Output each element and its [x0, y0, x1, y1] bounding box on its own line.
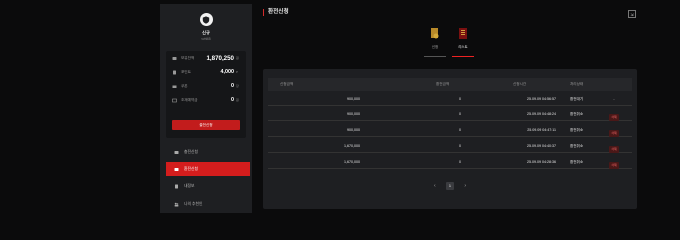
table-row: 900,000 0 25.09.09 04:56:57 환전대기 - [268, 93, 632, 106]
delete-button[interactable]: 삭제 [609, 146, 619, 153]
exchange-icon [174, 166, 181, 172]
tab-underline [452, 56, 474, 57]
apply-button[interactable]: 출전신청 [172, 120, 240, 130]
apply-icon [429, 27, 441, 40]
sidebar: 신규 vvhl65 보유잔액 1,870,250 원 포인트 4,000 P 쿠… [160, 4, 252, 213]
table-row: 1,670,000 0 25.09.09 04:28:36 환전취소 삭제 [268, 156, 632, 169]
cell-status: 환전취소 [570, 144, 584, 148]
tab-underline [424, 56, 446, 57]
people-icon [174, 201, 181, 207]
deposit-label: 조재예약금 [181, 97, 198, 102]
table-header: 신청금액 환전금액 신청시간 처리상태 [268, 78, 632, 91]
cell-exchanged: 0 [459, 112, 461, 116]
cell-status: 환전취소 [570, 112, 584, 116]
cell-status: 환전대기 [570, 97, 584, 101]
next-page-button[interactable]: › [464, 183, 466, 189]
expand-icon: ⇲ [630, 11, 634, 17]
shield-icon [202, 15, 210, 24]
page-number-button[interactable]: 1 [446, 181, 454, 190]
point-label: 포인트 [181, 69, 191, 74]
nav-referral[interactable]: 나의 추천인 [166, 197, 250, 211]
cell-time: 25.09.09 04:40:37 [527, 144, 556, 148]
nav-label: 환전신청 [184, 166, 198, 171]
avatar [199, 13, 213, 26]
balance-label: 보유잔액 [181, 55, 195, 60]
user-id: vvhl65 [201, 37, 211, 41]
nav-label: 충전신청 [184, 149, 198, 154]
wallet-icon [172, 56, 178, 61]
nav-charge[interactable]: 충전신청 [166, 145, 250, 159]
cell-time: 25.09.09 04:28:36 [527, 160, 556, 164]
coupon-value: 0 [231, 83, 234, 89]
card-icon [172, 98, 178, 103]
tab-bar: 신청 리스트 [424, 27, 482, 57]
cell-amount: 1,670,000 [344, 160, 360, 164]
cell-time: 25.09.09 04:47:11 [527, 128, 556, 132]
balance-value: 1,870,250 [206, 54, 234, 62]
table-row: 900,000 0 25.09.09 04:48:24 환전취소 삭제 [268, 108, 632, 121]
prev-page-button[interactable]: ‹ [434, 183, 436, 189]
cell-amount: 1,670,000 [344, 144, 360, 148]
expand-button[interactable]: ⇲ [628, 10, 636, 18]
coupon-unit: 장 [236, 84, 239, 88]
page-title: 환전신청 [263, 9, 289, 16]
table-row: 1,670,000 0 25.09.09 04:40:37 환전취소 삭제 [268, 140, 632, 153]
cell-action: - [613, 97, 615, 101]
header-exchanged: 환전금액 [436, 82, 450, 86]
list-icon [457, 27, 469, 40]
coupon-row: 쿠폰 0 장 [166, 79, 246, 93]
point-unit: P [236, 70, 239, 74]
tab-label: 신청 [431, 45, 439, 49]
tab-list[interactable]: 리스트 [452, 27, 474, 57]
delete-button[interactable]: 삭제 [609, 162, 619, 169]
user-icon [174, 183, 181, 189]
header-status: 처리상태 [570, 82, 584, 86]
deposit-unit: 원 [236, 98, 239, 102]
cell-time: 25.09.09 04:48:24 [527, 112, 556, 116]
delete-button[interactable]: 삭제 [609, 114, 619, 121]
cell-exchanged: 0 [459, 128, 461, 132]
header-time: 신청시간 [513, 82, 527, 86]
point-icon [172, 70, 178, 75]
app-root: 신규 vvhl65 보유잔액 1,870,250 원 포인트 4,000 P 쿠… [0, 0, 680, 213]
cell-time: 25.09.09 04:56:57 [527, 97, 556, 101]
cell-status: 환전취소 [570, 128, 584, 132]
nav-myinfo[interactable]: 내정보 [166, 179, 250, 193]
cell-status: 환전취소 [570, 160, 584, 164]
header-amount: 신청금액 [280, 82, 294, 86]
cell-exchanged: 0 [459, 97, 461, 101]
deposit-row: 조재예약금 0 원 [166, 93, 246, 107]
balance-unit: 원 [236, 56, 239, 60]
nav-label: 내정보 [184, 183, 195, 188]
point-value: 4,000 [220, 69, 235, 75]
point-row: 포인트 4,000 P [166, 65, 246, 79]
user-profile: 신규 vvhl65 [160, 4, 252, 48]
pagination: ‹ 1 › [434, 181, 466, 190]
cell-exchanged: 0 [459, 144, 461, 148]
coupon-icon [172, 84, 178, 89]
charge-icon [174, 149, 181, 155]
deposit-value: 0 [231, 97, 234, 103]
cell-amount: 900,000 [347, 112, 360, 116]
cell-amount: 900,000 [347, 97, 360, 101]
cell-exchanged: 0 [459, 160, 461, 164]
tab-apply[interactable]: 신청 [424, 27, 446, 57]
coupon-label: 쿠폰 [181, 83, 188, 88]
tab-label: 리스트 [458, 45, 468, 49]
user-name: 신규 [202, 30, 210, 35]
delete-button[interactable]: 삭제 [609, 130, 619, 137]
balance-row: 보유잔액 1,870,250 원 [166, 51, 246, 65]
balance-box: 보유잔액 1,870,250 원 포인트 4,000 P 쿠폰 0 장 조재예약… [166, 51, 246, 138]
cell-amount: 900,000 [347, 128, 360, 132]
nav-exchange[interactable]: 환전신청 [166, 162, 250, 176]
table-row: 900,000 0 25.09.09 04:47:11 환전취소 삭제 [268, 124, 632, 137]
nav-label: 나의 추천인 [184, 201, 203, 206]
